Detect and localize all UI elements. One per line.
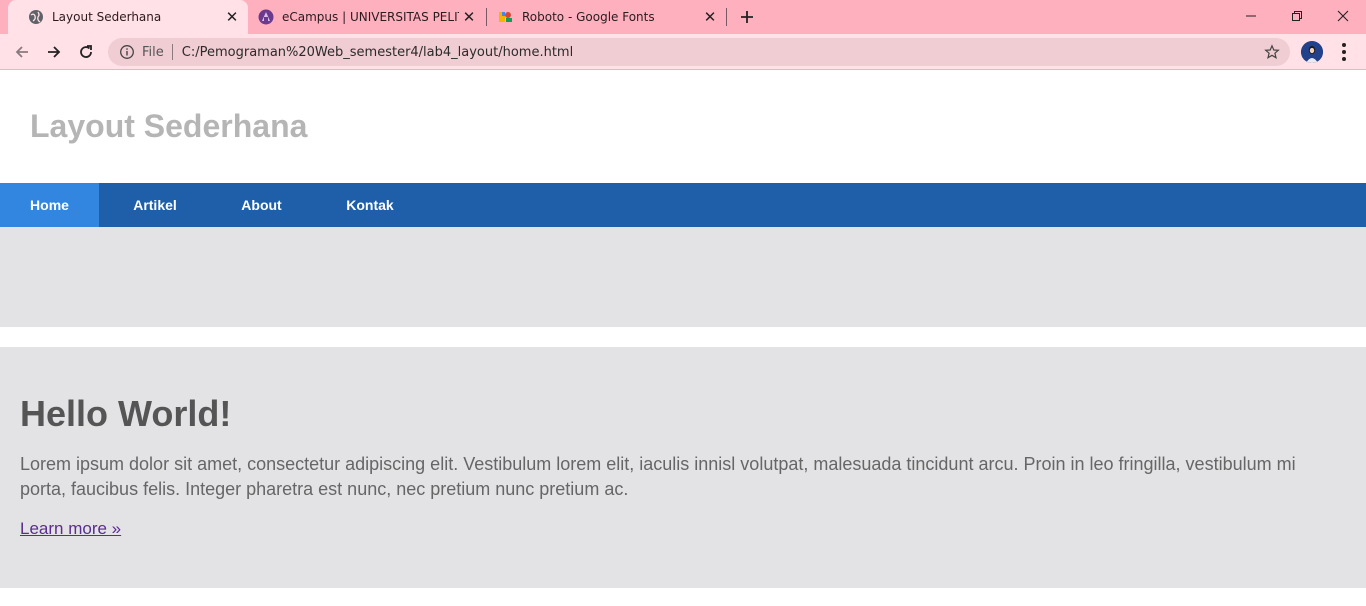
- close-tab-icon[interactable]: ✕: [459, 7, 479, 27]
- restore-icon: [1292, 11, 1302, 21]
- web-page: Layout Sederhana Home Artikel About Kont…: [0, 71, 1366, 606]
- arrow-left-icon: [15, 46, 28, 58]
- globe-icon: [28, 9, 44, 25]
- tab-title: Layout Sederhana: [52, 10, 162, 24]
- site-header: Layout Sederhana: [0, 71, 1366, 183]
- reload-icon: [80, 45, 92, 58]
- minimize-button[interactable]: [1228, 0, 1274, 32]
- tab-separator: [726, 8, 727, 26]
- profile-avatar[interactable]: [1301, 41, 1323, 63]
- close-window-button[interactable]: [1320, 0, 1366, 32]
- reload-button[interactable]: [72, 38, 100, 66]
- tab-layout-sederhana[interactable]: Layout Sederhana ✕: [8, 0, 248, 34]
- bookmark-star-icon[interactable]: [1264, 44, 1280, 60]
- new-tab-button[interactable]: [735, 5, 759, 29]
- back-button[interactable]: [8, 38, 36, 66]
- hero-heading: Hello World!: [20, 393, 232, 434]
- tab-roboto-google-fonts[interactable]: Roboto - Google Fonts ✕: [478, 0, 726, 34]
- browser-menu-button[interactable]: [1332, 40, 1356, 64]
- tab-title: eCampus | UNIVERSITAS PELITA B: [282, 10, 459, 24]
- scheme-label: File: [142, 44, 164, 60]
- address-divider: [171, 44, 173, 60]
- google-fonts-icon: [498, 9, 514, 25]
- close-icon: [1337, 10, 1349, 22]
- plus-icon: [741, 11, 753, 23]
- hero-text: Lorem ipsum dolor sit amet, consectetur …: [20, 454, 1296, 499]
- nav-item-about[interactable]: About: [211, 183, 312, 227]
- learn-more-link[interactable]: Learn more »: [20, 519, 121, 539]
- ecampus-icon: [258, 9, 274, 25]
- main-nav: Home Artikel About Kontak: [0, 183, 1366, 227]
- url-text[interactable]: C:/Pemograman%20Web_semester4/lab4_layou…: [182, 45, 573, 60]
- browser-toolbar: File C:/Pemograman%20Web_semester4/lab4_…: [0, 34, 1366, 70]
- tab-strip: Layout Sederhana ✕ eCampus | UNIVERSITAS…: [0, 0, 1366, 34]
- nav-item-home[interactable]: Home: [0, 183, 99, 227]
- hero-section: Hello World! Lorem ipsum dolor sit amet,…: [0, 347, 1366, 588]
- restore-button[interactable]: [1274, 0, 1320, 32]
- tab-title: Roboto - Google Fonts: [522, 10, 655, 24]
- site-title: Layout Sederhana: [30, 108, 308, 144]
- forward-button[interactable]: [40, 38, 68, 66]
- tab-ecampus[interactable]: eCampus | UNIVERSITAS PELITA B ✕: [238, 0, 486, 34]
- arrow-right-icon: [48, 46, 61, 58]
- profile-icon: [1301, 41, 1323, 63]
- close-tab-icon[interactable]: ✕: [700, 7, 720, 27]
- info-icon[interactable]: [119, 44, 135, 60]
- address-bar[interactable]: File C:/Pemograman%20Web_semester4/lab4_…: [108, 38, 1290, 66]
- banner-area: [0, 227, 1366, 327]
- menu-dot: [1342, 43, 1346, 47]
- menu-dot: [1342, 50, 1346, 54]
- menu-dot: [1342, 57, 1346, 61]
- nav-item-kontak[interactable]: Kontak: [312, 183, 428, 227]
- nav-item-artikel[interactable]: Artikel: [99, 183, 211, 227]
- minimize-icon: [1246, 15, 1256, 17]
